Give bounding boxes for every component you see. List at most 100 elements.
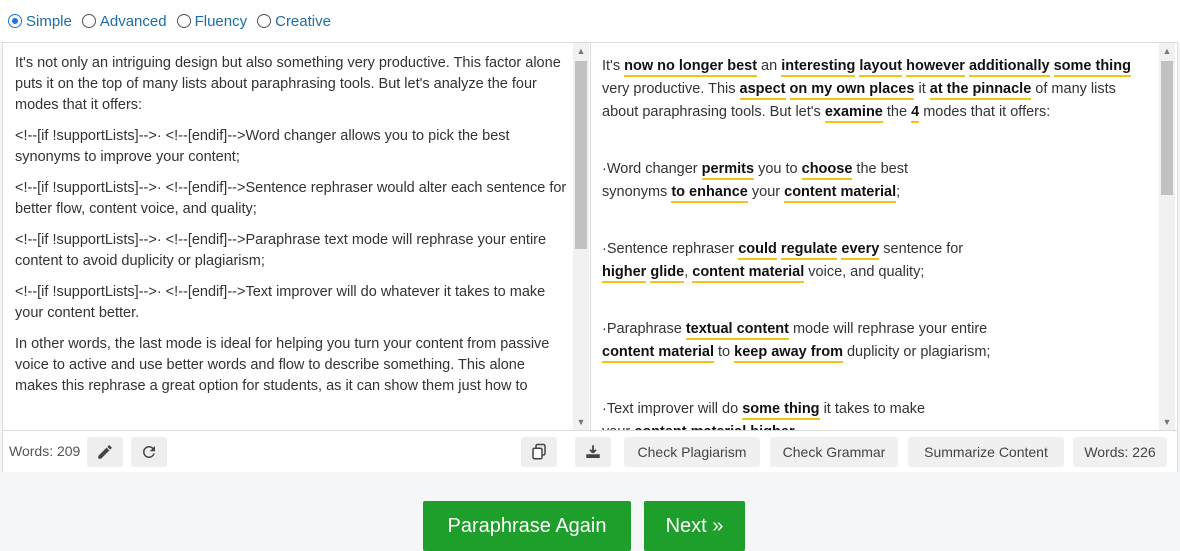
- scroll-down-arrow-icon[interactable]: ▼: [1159, 414, 1175, 430]
- input-scrollbar[interactable]: ▲ ▼: [573, 43, 589, 430]
- output-text-segment: to: [714, 344, 735, 360]
- mode-fluency-label: Fluency: [194, 12, 248, 30]
- output-text-segment: very productive. This: [602, 81, 740, 97]
- synonym-highlight[interactable]: some thing: [742, 401, 820, 420]
- synonym-highlight[interactable]: keep away from: [734, 344, 843, 363]
- scroll-up-arrow-icon[interactable]: ▲: [1159, 43, 1175, 59]
- output-paragraph: ·Sentence rephraser could regulate every…: [602, 238, 1142, 284]
- output-text-segment: voice, and quality;: [804, 264, 925, 280]
- output-text-segment: ;: [896, 184, 901, 200]
- synonym-highlight[interactable]: content material: [692, 264, 805, 283]
- output-paragraph: ·Paraphrase textual content mode will re…: [602, 318, 1142, 364]
- synonym-highlight[interactable]: however: [906, 58, 965, 77]
- copy-button[interactable]: [521, 437, 557, 467]
- input-paragraph: <!--[if !supportLists]-->· <!--[endif]--…: [15, 232, 547, 269]
- output-paragraph: It's now no longer best an interesting l…: [602, 55, 1142, 124]
- mode-creative-label: Creative: [275, 12, 331, 30]
- mode-fluency-radio[interactable]: [176, 14, 191, 28]
- copy-icon: [532, 443, 546, 460]
- editor-footer: Words: 209 Check Plagiarism Check Gramma…: [3, 430, 1177, 472]
- input-word-count: Words: 209: [9, 443, 81, 459]
- synonym-highlight[interactable]: 4: [911, 104, 920, 123]
- synonym-highlight[interactable]: content material: [602, 344, 714, 363]
- output-text-segment: duplicity or plagiarism;: [842, 344, 991, 360]
- check-plagiarism-button[interactable]: Check Plagiarism: [624, 437, 760, 467]
- scroll-up-arrow-icon[interactable]: ▲: [573, 43, 589, 59]
- input-text[interactable]: It's not only an intriguing design but a…: [15, 53, 567, 407]
- download-icon: [586, 445, 600, 458]
- synonym-highlight[interactable]: higher: [602, 264, 647, 283]
- check-grammar-button[interactable]: Check Grammar: [770, 437, 898, 467]
- input-paragraph: In other words, the last mode is ideal f…: [15, 336, 550, 394]
- output-scrollbar[interactable]: ▲ ▼: [1159, 43, 1175, 430]
- synonym-highlight[interactable]: at the pinnacle: [929, 81, 1032, 100]
- mode-advanced-radio[interactable]: [81, 14, 96, 28]
- synonym-highlight[interactable]: to enhance: [671, 184, 748, 203]
- synonym-highlight[interactable]: glide: [650, 264, 685, 283]
- synonym-highlight[interactable]: permits: [701, 161, 755, 180]
- output-text-segment: [786, 81, 790, 97]
- editor-panel: It's not only an intriguing design but a…: [2, 42, 1178, 472]
- synonym-highlight[interactable]: examine: [824, 104, 883, 123]
- output-text-segment: the: [882, 104, 912, 120]
- input-paragraph: <!--[if !supportLists]-->· <!--[endif]--…: [15, 128, 510, 165]
- output-text-area[interactable]: It's now no longer best an interesting l…: [592, 43, 1177, 430]
- output-paragraph: ·Word changer permits you to choose the …: [602, 158, 1142, 204]
- output-text-segment: the best: [852, 161, 909, 177]
- mode-fluency[interactable]: Fluency: [176, 12, 248, 30]
- synonym-highlight[interactable]: now no longer best: [624, 58, 758, 77]
- synonym-highlight[interactable]: content material: [784, 184, 897, 203]
- output-text-segment: your: [747, 184, 785, 200]
- mode-simple-label: Simple: [26, 12, 72, 30]
- mode-advanced-label: Advanced: [99, 12, 167, 30]
- pencil-icon: [98, 445, 112, 459]
- output-text-segment: modes that it offers:: [919, 104, 1051, 120]
- synonym-highlight[interactable]: textual content: [685, 321, 789, 340]
- input-paragraph: <!--[if !supportLists]-->· <!--[endif]--…: [15, 284, 546, 321]
- output-scroll-thumb[interactable]: [1161, 61, 1173, 195]
- next-button[interactable]: Next »: [644, 501, 745, 551]
- mode-simple-radio[interactable]: [8, 14, 22, 28]
- input-scroll-thumb[interactable]: [575, 61, 587, 249]
- summarize-content-button[interactable]: Summarize Content: [908, 437, 1064, 467]
- output-text-segment: it: [914, 81, 930, 97]
- refresh-button[interactable]: [131, 437, 167, 467]
- synonym-highlight[interactable]: regulate: [780, 241, 838, 260]
- synonym-highlight[interactable]: interesting: [781, 58, 856, 77]
- input-paragraph: <!--[if !supportLists]-->· <!--[endif]--…: [15, 180, 567, 217]
- output-text-segment: ·Paraphrase: [602, 321, 686, 337]
- output-text-segment: you to: [754, 161, 802, 177]
- mode-selector: Simple Advanced Fluency Creative: [0, 0, 1180, 42]
- synonym-highlight[interactable]: aspect: [739, 81, 786, 100]
- output-text-segment: ·Word changer: [602, 161, 702, 177]
- mode-advanced[interactable]: Advanced: [81, 12, 167, 30]
- output-text-segment: an: [757, 58, 782, 74]
- output-text-segment: sentence for: [879, 241, 964, 257]
- output-text-segment: mode will rephrase your entire: [788, 321, 988, 337]
- paraphrase-again-button[interactable]: Paraphrase Again: [423, 501, 631, 551]
- mode-simple[interactable]: Simple: [8, 13, 72, 30]
- output-text-segment: It's: [602, 58, 625, 74]
- output-text-segment: ·Text improver will do: [602, 401, 743, 417]
- synonym-highlight[interactable]: on my own places: [789, 81, 915, 100]
- download-button[interactable]: [575, 437, 611, 467]
- output-text-segment: it takes to make: [819, 401, 926, 417]
- synonym-highlight[interactable]: layout: [859, 58, 903, 77]
- output-text-segment: [1050, 58, 1054, 74]
- mode-creative-radio[interactable]: [257, 14, 272, 28]
- input-text-area[interactable]: It's not only an intriguing design but a…: [3, 43, 591, 430]
- output-text-segment: ·Sentence rephraser: [602, 241, 739, 257]
- synonym-highlight[interactable]: could: [738, 241, 777, 260]
- refresh-icon: [142, 446, 155, 458]
- mode-creative[interactable]: Creative: [257, 13, 331, 30]
- synonym-highlight[interactable]: choose: [801, 161, 853, 180]
- input-paragraph: It's not only an intriguing design but a…: [15, 55, 561, 113]
- output-text[interactable]: It's now no longer best an interesting l…: [602, 55, 1142, 430]
- synonym-highlight[interactable]: every: [841, 241, 880, 260]
- edit-button[interactable]: [87, 437, 123, 467]
- output-word-count: Words: 226: [1073, 437, 1167, 467]
- scroll-down-arrow-icon[interactable]: ▼: [573, 414, 589, 430]
- synonym-highlight[interactable]: some thing: [1053, 58, 1131, 77]
- synonym-highlight[interactable]: additionally: [968, 58, 1050, 77]
- output-paragraph: ·Text improver will do some thing it tak…: [602, 398, 1142, 430]
